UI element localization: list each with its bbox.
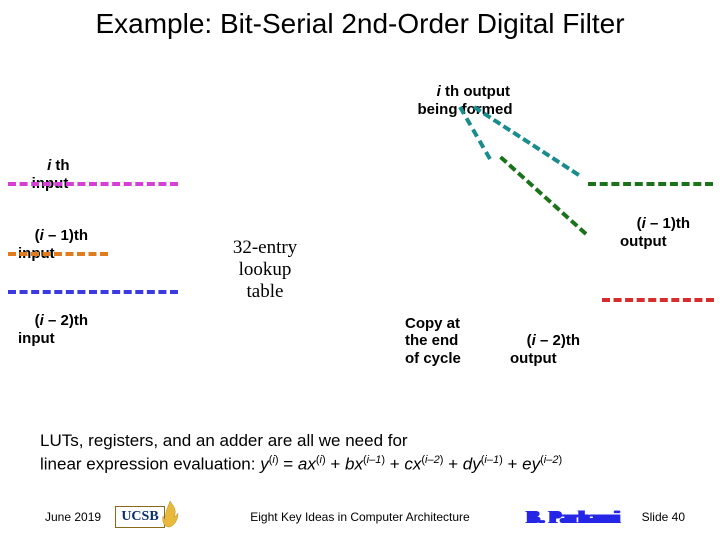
summary-text: LUTs, registers, and an adder are all we… <box>40 430 680 477</box>
eq-x1: x <box>307 455 316 474</box>
label-im2-input-text: – 2)th input <box>18 312 88 346</box>
eq-plus4: + <box>503 455 522 474</box>
eq-a: a <box>298 455 307 474</box>
eq-eq: = <box>278 455 297 474</box>
slide-number: Slide 40 <box>642 510 685 524</box>
eq-e: e <box>522 455 531 474</box>
eq-y: y <box>260 455 269 474</box>
slide: Example: Bit-Serial 2nd-Order Digital Fi… <box>0 0 720 540</box>
label-im2-input: (i – 2)th input <box>18 295 103 364</box>
label-ith-output: i th output being formed <box>385 66 545 135</box>
label-ith-input-text: th input <box>32 157 70 191</box>
eq-sup6: (i–2) <box>540 454 562 466</box>
author-signature: B. Parhami <box>527 507 620 528</box>
eq-d: d <box>463 455 472 474</box>
eq-y3: y <box>532 455 541 474</box>
summary-line2-prefix: linear expression evaluation: <box>40 455 260 474</box>
eq-sup3: (i–1) <box>363 454 385 466</box>
lookup-table: 32-entry lookup table <box>220 237 310 303</box>
label-im2-output: (i – 2)th output <box>510 315 595 384</box>
eq-plus1: + <box>326 455 345 474</box>
line-ith-input <box>8 182 178 186</box>
label-im1-output-text: – 1)th output <box>620 215 690 249</box>
line-im1-output <box>588 182 713 186</box>
line-im1-output-diag <box>499 156 587 236</box>
eq-plus2: + <box>385 455 404 474</box>
line-im2-output <box>602 298 714 302</box>
label-im1-input-text: – 1)th input <box>18 227 88 261</box>
eq-y2: y <box>472 455 481 474</box>
eq-plus3: + <box>443 455 462 474</box>
eq-c: c <box>404 455 413 474</box>
eq-sup2: (i) <box>316 454 326 466</box>
slide-title: Example: Bit-Serial 2nd-Order Digital Fi… <box>0 8 720 40</box>
eq-x2: x <box>354 455 363 474</box>
label-copy: Copy at the end of cycle <box>405 315 490 367</box>
label-im2-output-text: – 2)th output <box>510 332 580 366</box>
eq-sup4: (i–2) <box>421 454 443 466</box>
eq-sup5: (i–1) <box>481 454 503 466</box>
label-im1-output: (i – 1)th output <box>620 198 705 267</box>
line-im2-input <box>8 290 178 294</box>
eq-sup1: (i) <box>269 454 279 466</box>
label-im1-input: (i – 1)th input <box>18 210 103 279</box>
summary-line1: LUTs, registers, and an adder are all we… <box>40 431 408 450</box>
line-im1-input <box>8 252 108 256</box>
label-ith-input: i th input <box>20 140 80 209</box>
